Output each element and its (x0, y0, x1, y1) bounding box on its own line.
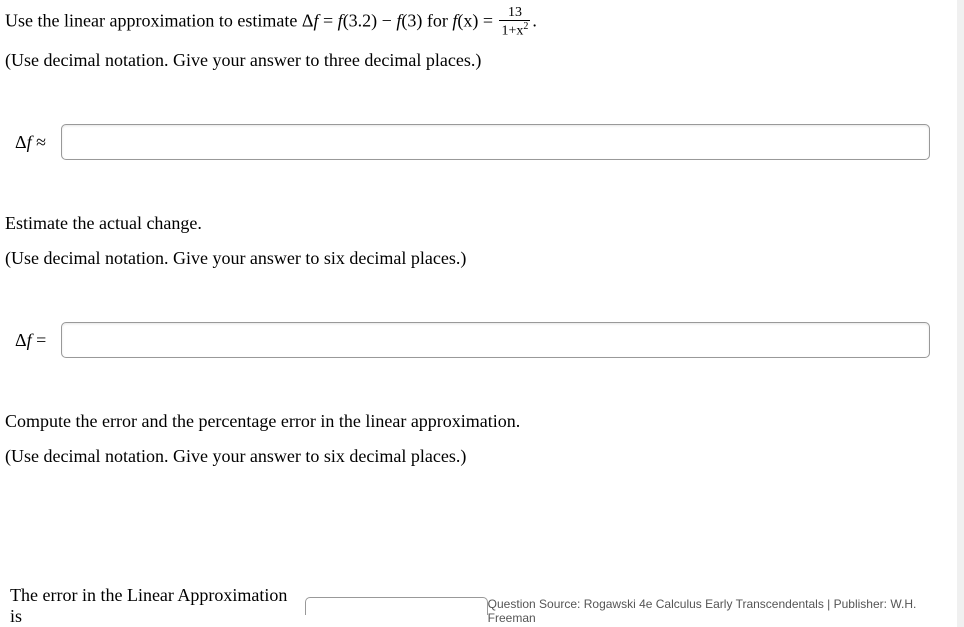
answer-row-2: Δf = (15, 322, 950, 358)
paren2: (3) for (401, 10, 452, 30)
section3-heading: Compute the error and the percentage err… (5, 408, 950, 435)
answer-row-1: Δf ≈ (15, 124, 950, 160)
footer-left: The error in the Linear Approximation is (5, 585, 488, 627)
footer: The error in the Linear Approximation is… (5, 585, 950, 627)
answer-label-1: Δf ≈ (15, 132, 46, 153)
section-2: Estimate the actual change. (Use decimal… (5, 210, 950, 272)
paren3: (x) = (457, 10, 497, 30)
eq-sign: = (319, 10, 338, 30)
fraction: 131+x2 (499, 5, 530, 39)
instruction-1: (Use decimal notation. Give your answer … (5, 47, 950, 74)
answer-input-3-partial[interactable] (305, 597, 488, 615)
fraction-denominator: 1+x2 (499, 21, 530, 39)
instruction-3: (Use decimal notation. Give your answer … (5, 443, 950, 470)
question-prompt: Use the linear approximation to estimate… (5, 5, 950, 39)
vertical-scrollbar[interactable] (957, 0, 964, 627)
fraction-numerator: 13 (499, 5, 530, 21)
answer-input-1[interactable] (61, 124, 930, 160)
instruction-2: (Use decimal notation. Give your answer … (5, 245, 950, 272)
section-3: Compute the error and the percentage err… (5, 408, 950, 470)
prompt-suffix: . (532, 10, 537, 30)
prompt-text: Use the linear approximation to estimate… (5, 10, 314, 30)
answer-input-2[interactable] (61, 322, 930, 358)
section2-heading: Estimate the actual change. (5, 210, 950, 237)
paren1: (3.2) − (343, 10, 397, 30)
footer-label: The error in the Linear Approximation is (10, 585, 293, 627)
answer-label-2: Δf = (15, 330, 46, 351)
question-source: Question Source: Rogawski 4e Calculus Ea… (488, 597, 950, 627)
